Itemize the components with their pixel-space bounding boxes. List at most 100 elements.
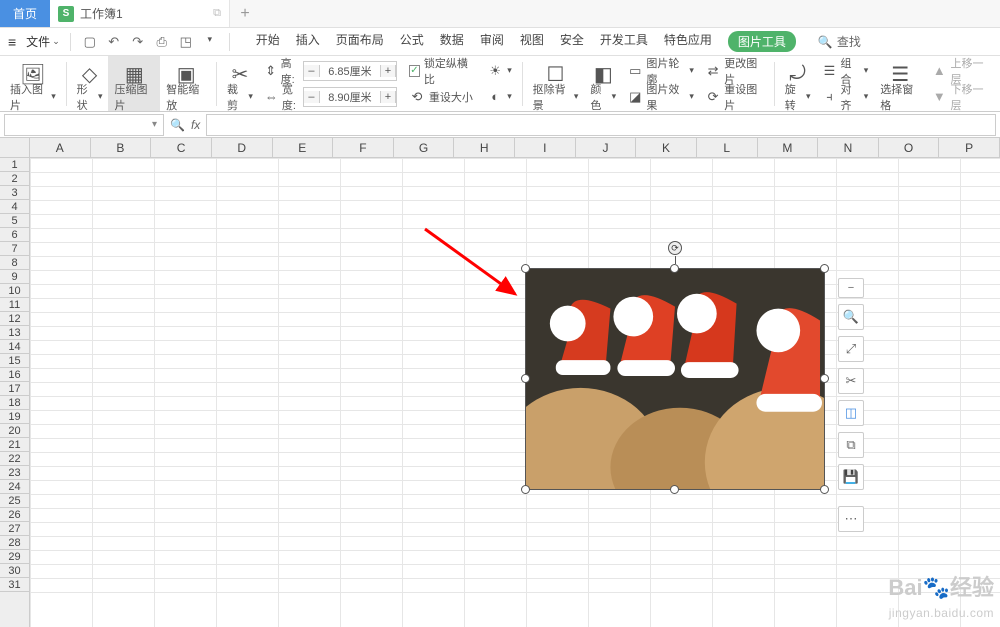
tab-view[interactable]: 视图 (520, 31, 544, 52)
column-header[interactable]: A (30, 138, 91, 157)
remove-background-button[interactable]: ☐ 抠除背景▾ (527, 56, 585, 111)
resize-handle-tm[interactable] (670, 264, 679, 273)
column-header[interactable]: P (939, 138, 1000, 157)
tab-insert[interactable]: 插入 (296, 31, 320, 52)
formula-input[interactable] (206, 114, 996, 136)
height-field[interactable]: – 6.85厘米 + (303, 61, 397, 81)
row-header[interactable]: 18 (0, 396, 29, 410)
new-tab-button[interactable]: + (230, 0, 260, 27)
color-button[interactable]: ◧ 颜色▾ (584, 56, 622, 111)
row-header[interactable]: 10 (0, 284, 29, 298)
tab-dev[interactable]: 开发工具 (600, 31, 648, 52)
select-pane-button[interactable]: ☰ 选择窗格 (874, 56, 926, 111)
document-tab[interactable]: S 工作簿1 ⧉ (50, 0, 230, 27)
resize-handle-br[interactable] (820, 485, 829, 494)
column-header[interactable]: K (636, 138, 697, 157)
change-picture-button[interactable]: ⇄ 更改图片 (706, 60, 764, 82)
more-icon[interactable]: ▾ (201, 34, 219, 50)
row-header[interactable]: 27 (0, 522, 29, 536)
compress-image-button[interactable]: ▦ 压缩图片 (108, 56, 160, 111)
increase-button[interactable]: + (380, 91, 396, 103)
float-more-button[interactable]: ⋯ (838, 506, 864, 532)
align-button[interactable]: ⫞ 对齐▾ (823, 86, 869, 108)
row-header[interactable]: 12 (0, 312, 29, 326)
column-header[interactable]: M (758, 138, 819, 157)
row-header[interactable]: 21 (0, 438, 29, 452)
row-header[interactable]: 2 (0, 172, 29, 186)
zoom-icon[interactable]: 🔍 (170, 118, 185, 132)
group-button[interactable]: ☰ 组合▾ (823, 60, 869, 82)
lock-aspect-checkbox[interactable]: ✓ 锁定纵横比 (409, 60, 473, 82)
row-header[interactable]: 25 (0, 494, 29, 508)
column-header[interactable]: L (697, 138, 758, 157)
selected-image-object[interactable]: ⟳ (525, 268, 825, 490)
select-all-corner[interactable] (0, 138, 30, 158)
width-field[interactable]: – 8.90厘米 + (303, 87, 397, 107)
name-box[interactable] (4, 114, 164, 136)
row-header[interactable]: 7 (0, 242, 29, 256)
float-copy-button[interactable]: ⧉ (838, 432, 864, 458)
float-replace-button[interactable]: ◫ (838, 400, 864, 426)
row-header[interactable]: 31 (0, 578, 29, 592)
column-header[interactable]: E (273, 138, 334, 157)
column-header[interactable]: H (454, 138, 515, 157)
row-header[interactable]: 11 (0, 298, 29, 312)
row-header[interactable]: 1 (0, 158, 29, 172)
row-header[interactable]: 19 (0, 410, 29, 424)
tab-picture-tools[interactable]: 图片工具 (728, 31, 796, 52)
decrease-button[interactable]: – (304, 65, 320, 77)
smart-zoom-button[interactable]: ▣ 智能缩放 (160, 56, 212, 111)
row-header[interactable]: 5 (0, 214, 29, 228)
resize-handle-tl[interactable] (521, 264, 530, 273)
float-save-button[interactable]: 💾 (838, 464, 864, 490)
row-header[interactable]: 20 (0, 424, 29, 438)
tab-formula[interactable]: 公式 (400, 31, 424, 52)
resize-handle-mr[interactable] (820, 374, 829, 383)
column-header[interactable]: D (212, 138, 273, 157)
row-header[interactable]: 13 (0, 326, 29, 340)
row-header[interactable]: 9 (0, 270, 29, 284)
row-header[interactable]: 24 (0, 480, 29, 494)
crop-button[interactable]: ✂ 裁剪▾ (221, 56, 259, 111)
row-header[interactable]: 16 (0, 368, 29, 382)
tab-layout[interactable]: 页面布局 (336, 31, 384, 52)
tab-start[interactable]: 开始 (256, 31, 280, 52)
resize-handle-tr[interactable] (820, 264, 829, 273)
row-header[interactable]: 14 (0, 340, 29, 354)
reset-size-button[interactable]: ⟲ 重设大小 (409, 86, 473, 108)
preview-icon[interactable]: ◳ (177, 34, 195, 50)
resize-handle-ml[interactable] (521, 374, 530, 383)
brightness-icon[interactable]: ☀ (487, 63, 503, 79)
reset-picture-button[interactable]: ⟳ 重设图片 (706, 86, 764, 108)
save-icon[interactable]: ▢ (81, 34, 99, 50)
column-header[interactable]: O (879, 138, 940, 157)
increase-button[interactable]: + (380, 65, 396, 77)
row-header[interactable]: 26 (0, 508, 29, 522)
column-header[interactable]: J (576, 138, 637, 157)
file-menu[interactable]: 文件⌄ (22, 33, 64, 50)
move-down-button[interactable]: ▼ 下移一层 (932, 86, 990, 108)
move-up-button[interactable]: ▲ 上移一层 (932, 60, 990, 82)
minimize-doc-icon[interactable]: ⧉ (213, 7, 221, 20)
float-collapse-button[interactable]: − (838, 278, 864, 298)
insert-image-button[interactable]: 🖼 插入图片▾ (4, 56, 62, 111)
resize-handle-bl[interactable] (521, 485, 530, 494)
row-header[interactable]: 8 (0, 256, 29, 270)
contrast-icon[interactable]: ◐ (487, 89, 503, 104)
row-header[interactable]: 29 (0, 550, 29, 564)
row-header[interactable]: 22 (0, 452, 29, 466)
row-header[interactable]: 3 (0, 186, 29, 200)
column-header[interactable]: I (515, 138, 576, 157)
column-header[interactable]: C (151, 138, 212, 157)
row-header[interactable]: 17 (0, 382, 29, 396)
column-header[interactable]: F (333, 138, 394, 157)
tab-data[interactable]: 数据 (440, 31, 464, 52)
column-header[interactable]: B (91, 138, 152, 157)
search-button[interactable]: 🔍 查找 (818, 33, 861, 50)
hamburger-icon[interactable]: ≡ (4, 34, 20, 50)
tab-review[interactable]: 审阅 (480, 31, 504, 52)
home-tab[interactable]: 首页 (0, 0, 50, 27)
row-header[interactable]: 15 (0, 354, 29, 368)
picture-effects-button[interactable]: ◪ 图片效果▾ (628, 86, 694, 108)
row-header[interactable]: 30 (0, 564, 29, 578)
